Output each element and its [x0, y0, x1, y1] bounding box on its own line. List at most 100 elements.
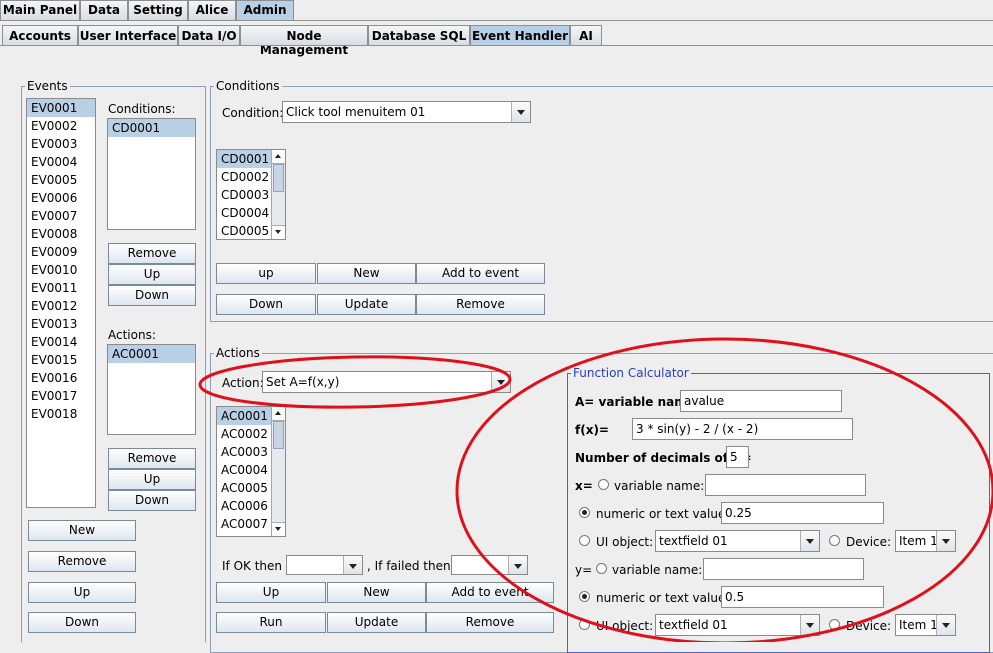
list-item[interactable]: EV0016 [27, 369, 95, 387]
event-condition-up-button[interactable]: Up [108, 264, 196, 285]
list-item[interactable]: EV0005 [27, 171, 95, 189]
event-condition-remove-button[interactable]: Remove [108, 243, 196, 264]
event-down-button[interactable]: Down [28, 612, 136, 633]
action-select[interactable]: Set A=f(x,y) [262, 371, 511, 393]
tab-database-sql[interactable]: Database SQL [368, 25, 470, 45]
actions-list[interactable]: AC0001 AC0002 AC0003 AC0004 AC0005 AC000… [216, 406, 286, 537]
event-up-button[interactable]: Up [28, 582, 136, 603]
action-up-button[interactable]: Up [216, 582, 326, 603]
x-device-select[interactable]: Item 1 [895, 530, 956, 552]
event-action-remove-button[interactable]: Remove [108, 448, 196, 469]
list-item[interactable]: EV0003 [27, 135, 95, 153]
if-failed-select[interactable] [451, 555, 528, 575]
list-item[interactable]: EV0004 [27, 153, 95, 171]
list-item[interactable]: AC0001 [217, 407, 273, 425]
list-item[interactable]: EV0010 [27, 261, 95, 279]
event-actions-list[interactable]: AC0001 [107, 344, 196, 435]
scroll-up-icon[interactable] [272, 407, 285, 421]
event-new-button[interactable]: New [28, 520, 136, 541]
condition-select[interactable]: Click tool menuitem 01 [282, 101, 531, 123]
tab-node-management[interactable]: Node Management [240, 25, 368, 57]
scroll-up-icon[interactable] [272, 150, 285, 164]
condition-down-button[interactable]: Down [216, 294, 316, 315]
list-item[interactable]: EV0011 [27, 279, 95, 297]
condition-new-button[interactable]: New [317, 263, 416, 284]
chevron-down-icon[interactable] [511, 102, 530, 122]
y-device-select[interactable]: Item 1 [895, 614, 956, 636]
tab-admin[interactable]: Admin [236, 0, 294, 20]
scroll-thumb[interactable] [273, 421, 284, 449]
x-ui-object-radio[interactable] [579, 535, 590, 546]
y-numeric-radio[interactable] [579, 591, 590, 602]
event-remove-button[interactable]: Remove [28, 551, 136, 572]
list-item[interactable]: AC0001 [108, 345, 195, 363]
action-update-button[interactable]: Update [327, 612, 426, 633]
y-ui-object-select[interactable]: textfield 01 [655, 614, 820, 636]
list-item[interactable]: EV0006 [27, 189, 95, 207]
events-list[interactable]: EV0001 EV0002 EV0003 EV0004 EV0005 EV000… [26, 98, 96, 508]
action-new-button[interactable]: New [327, 582, 426, 603]
a-variable-name-field[interactable]: avalue [680, 390, 842, 412]
event-action-down-button[interactable]: Down [108, 490, 196, 511]
x-variable-radio[interactable] [598, 479, 609, 490]
chevron-down-icon[interactable] [800, 531, 819, 551]
list-item[interactable]: EV0017 [27, 387, 95, 405]
event-condition-down-button[interactable]: Down [108, 285, 196, 306]
y-numeric-field[interactable]: 0.5 [721, 586, 884, 608]
fx-field[interactable]: 3 * sin(y) - 2 / (x - 2) [632, 418, 853, 440]
y-variable-radio[interactable] [596, 563, 607, 574]
list-item[interactable]: EV0007 [27, 207, 95, 225]
tab-alice[interactable]: Alice [188, 0, 236, 20]
event-action-up-button[interactable]: Up [108, 469, 196, 490]
chevron-down-icon[interactable] [491, 372, 510, 392]
list-item[interactable]: EV0012 [27, 297, 95, 315]
x-variable-name-field[interactable] [705, 474, 866, 496]
tab-ai[interactable]: AI [570, 25, 602, 45]
list-item[interactable]: EV0002 [27, 117, 95, 135]
list-item[interactable]: EV0018 [27, 405, 95, 423]
list-item[interactable]: EV0013 [27, 315, 95, 333]
condition-add-to-event-button[interactable]: Add to event [416, 263, 545, 284]
tab-setting[interactable]: Setting [128, 0, 188, 20]
chevron-down-icon[interactable] [508, 556, 527, 574]
y-ui-object-radio[interactable] [579, 619, 590, 630]
list-item[interactable]: CD0001 [108, 119, 195, 137]
event-conditions-list[interactable]: CD0001 [107, 118, 196, 230]
y-variable-name-field[interactable] [703, 558, 864, 580]
scroll-thumb[interactable] [273, 164, 284, 192]
x-device-radio[interactable] [829, 535, 840, 546]
list-item[interactable]: EV0008 [27, 225, 95, 243]
list-item[interactable]: EV0014 [27, 333, 95, 351]
condition-up-button[interactable]: up [216, 263, 316, 284]
actions-scrollbar[interactable] [271, 407, 285, 536]
action-run-button[interactable]: Run [216, 612, 326, 633]
list-item[interactable]: EV0009 [27, 243, 95, 261]
list-item[interactable]: EV0001 [27, 99, 95, 117]
condition-remove-button[interactable]: Remove [416, 294, 545, 315]
scroll-down-icon[interactable] [272, 225, 285, 239]
conditions-list[interactable]: CD0001 CD0002 CD0003 CD0004 CD0005 [216, 149, 286, 240]
conditions-scrollbar[interactable] [271, 150, 285, 239]
tab-event-handler[interactable]: Event Handler [470, 25, 570, 45]
chevron-down-icon[interactable] [343, 556, 362, 574]
list-item[interactable]: EV0015 [27, 351, 95, 369]
x-numeric-field[interactable]: 0.25 [721, 502, 884, 524]
if-ok-select[interactable] [286, 555, 363, 575]
action-add-to-event-button[interactable]: Add to event [426, 582, 554, 603]
chevron-down-icon[interactable] [800, 615, 819, 635]
chevron-down-icon[interactable] [936, 615, 955, 635]
x-ui-object-select[interactable]: textfield 01 [655, 530, 820, 552]
tab-data[interactable]: Data [80, 0, 128, 20]
y-device-radio[interactable] [829, 619, 840, 630]
tab-data-io[interactable]: Data I/O [178, 25, 240, 45]
action-remove-button[interactable]: Remove [426, 612, 554, 633]
tab-accounts[interactable]: Accounts [2, 25, 78, 45]
x-numeric-radio[interactable] [579, 507, 590, 518]
condition-update-button[interactable]: Update [317, 294, 416, 315]
tab-user-interface[interactable]: User Interface [78, 25, 178, 45]
decimals-field[interactable]: 5 [726, 446, 749, 468]
scroll-down-icon[interactable] [272, 522, 285, 536]
tab-main-panel[interactable]: Main Panel [0, 0, 80, 20]
chevron-down-icon[interactable] [936, 531, 955, 551]
list-item[interactable]: CD0001 [217, 150, 273, 168]
